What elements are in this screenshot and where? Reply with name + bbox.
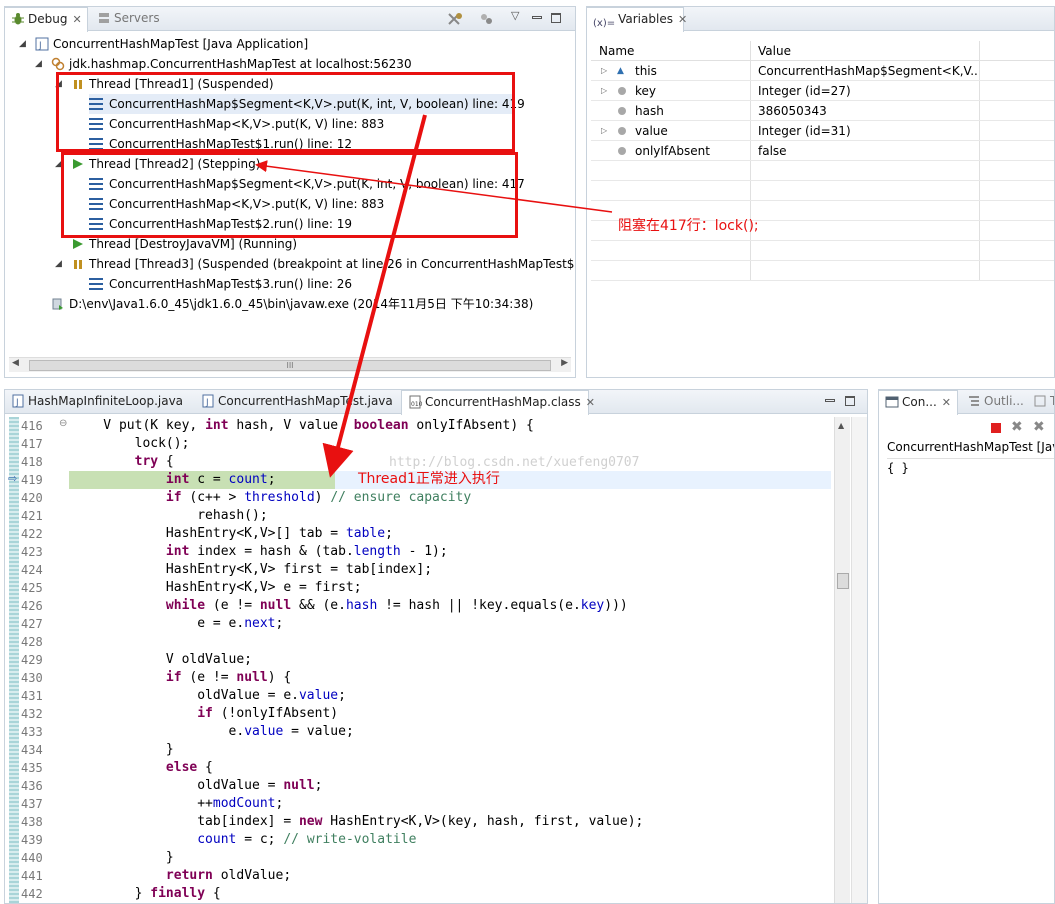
blocked-annotation: 阻塞在417行：lock(); xyxy=(618,218,759,234)
arrow-to-line419 xyxy=(322,114,427,478)
annotation-arrows xyxy=(255,114,613,478)
arrow-to-thread2 xyxy=(255,160,613,213)
running-annotation: Thread1正常进入执行 xyxy=(358,471,500,487)
